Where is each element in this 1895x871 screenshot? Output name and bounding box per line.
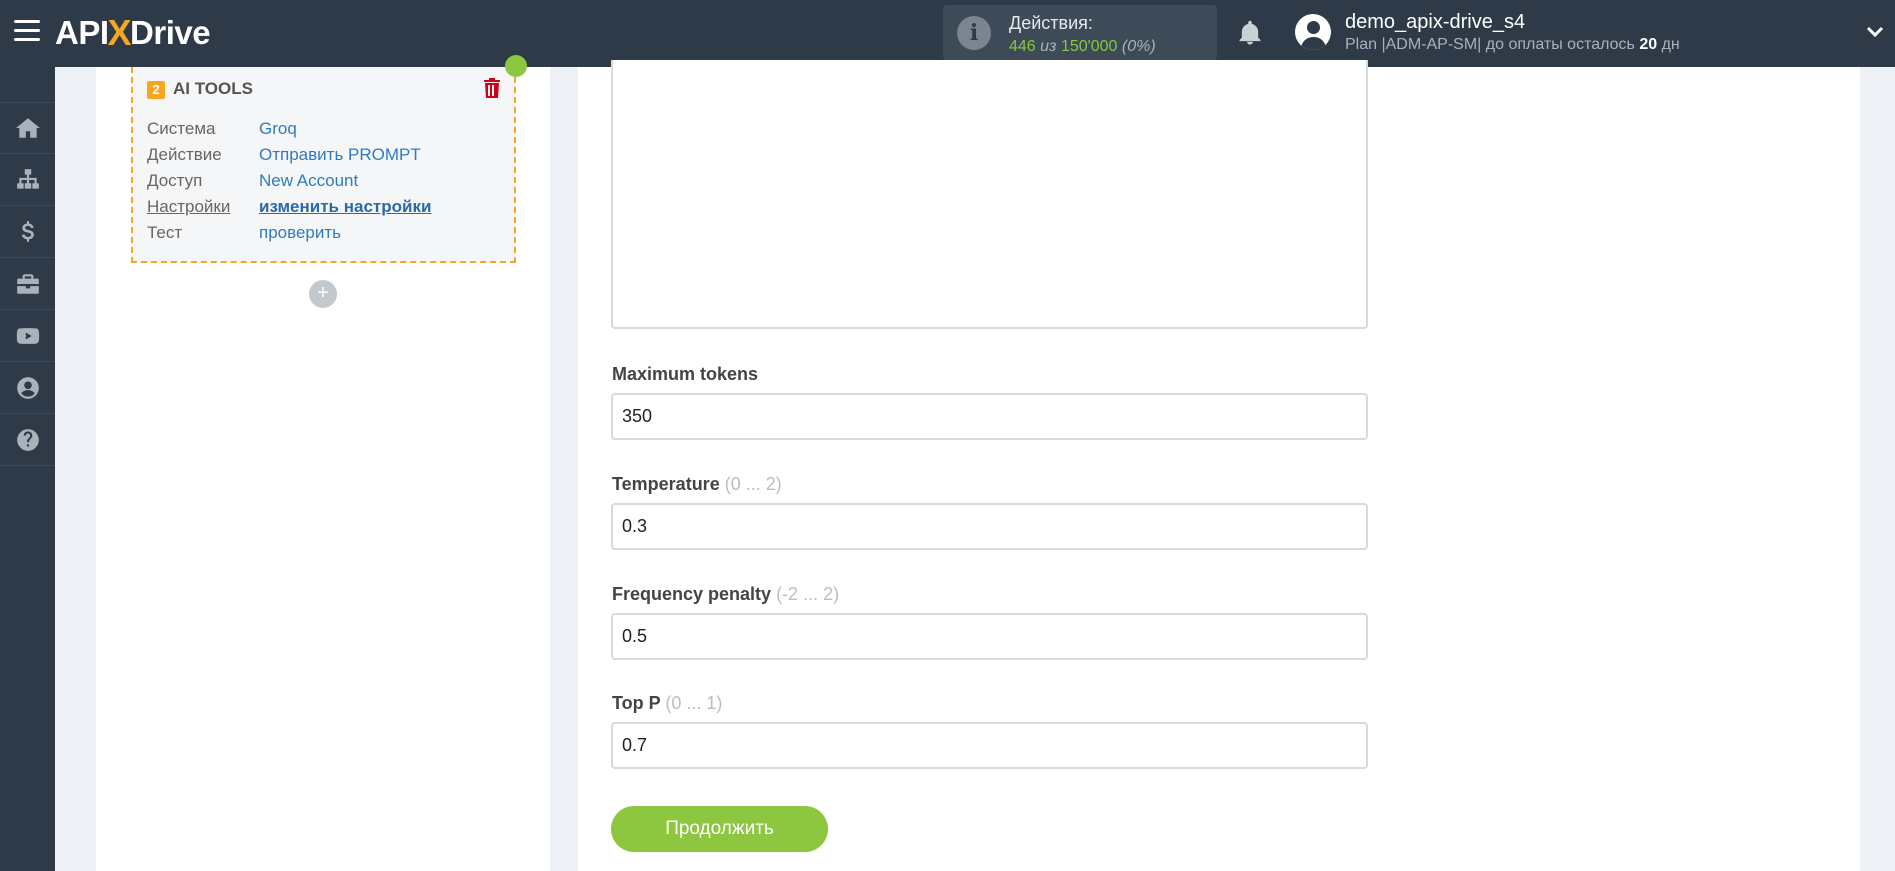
plan-days: 20 bbox=[1639, 36, 1658, 53]
status-dot bbox=[505, 55, 527, 77]
add-step-button[interactable]: + bbox=[309, 280, 337, 308]
sidebar bbox=[0, 67, 55, 871]
dollar-icon bbox=[21, 220, 34, 242]
plan-prefix: Plan |ADM-AP-SM| до оплаты осталось bbox=[1345, 36, 1635, 53]
logo-text-api: API bbox=[55, 14, 109, 51]
sidebar-item-tools[interactable] bbox=[0, 258, 55, 310]
menu-burger-icon[interactable] bbox=[14, 20, 40, 44]
range-hint: (0 ... 1) bbox=[665, 693, 723, 713]
card-title: AI TOOLS bbox=[173, 79, 253, 98]
chevron-down-icon[interactable] bbox=[1865, 22, 1885, 42]
info-icon: i bbox=[957, 16, 991, 50]
sitemap-icon bbox=[16, 168, 39, 189]
top-header: API X Drive i Действия: 446 из 150'000 (0%… bbox=[0, 0, 1895, 67]
actions-used: 446 bbox=[1009, 38, 1036, 55]
sidebar-item-profile[interactable] bbox=[0, 362, 55, 414]
label-text: Temperature bbox=[612, 474, 720, 494]
user-icon bbox=[16, 376, 39, 399]
label-text: Top P bbox=[612, 693, 661, 713]
actions-label: Действия: bbox=[1009, 13, 1093, 33]
temperature-label: Temperature (0 ... 2) bbox=[612, 474, 782, 495]
row-key: Действие bbox=[147, 145, 222, 164]
continue-button[interactable]: Продолжить bbox=[611, 806, 828, 852]
home-icon bbox=[15, 118, 40, 138]
briefcase-icon bbox=[16, 273, 39, 294]
frequency-penalty-input[interactable]: 0.5 bbox=[611, 613, 1368, 660]
card-row-system: Система Groq bbox=[147, 119, 297, 139]
card-row-access: Доступ New Account bbox=[147, 171, 358, 191]
card-row-settings: Настройки изменить настройки bbox=[147, 197, 431, 217]
trash-icon[interactable] bbox=[483, 78, 501, 98]
actions-counter[interactable]: i Действия: 446 из 150'000 (0%) bbox=[943, 5, 1217, 60]
row-key: Доступ bbox=[147, 171, 203, 190]
actions-of: из bbox=[1040, 38, 1057, 55]
prompt-textarea[interactable] bbox=[611, 60, 1368, 329]
temperature-input[interactable]: 0.3 bbox=[611, 503, 1368, 550]
sidebar-item-connections[interactable] bbox=[0, 154, 55, 206]
card-row-action: Действие Отправить PROMPT bbox=[147, 145, 421, 165]
sidebar-item-help[interactable] bbox=[0, 414, 55, 466]
actions-total: 150'000 bbox=[1060, 38, 1118, 55]
user-avatar-icon[interactable] bbox=[1295, 14, 1331, 50]
ai-tools-card: 2 AI TOOLS Система Groq Действие Отправи… bbox=[131, 55, 527, 263]
sidebar-item-home[interactable] bbox=[0, 102, 55, 154]
user-name[interactable]: demo_apix-drive_s4 bbox=[1345, 11, 1525, 34]
row-key: Тест bbox=[147, 223, 183, 242]
row-value-link[interactable]: Отправить PROMPT bbox=[259, 145, 421, 165]
test-link[interactable]: проверить bbox=[259, 223, 341, 243]
sidebar-item-video[interactable] bbox=[0, 310, 55, 362]
actions-count: 446 из 150'000 (0%) bbox=[1009, 38, 1156, 56]
max-tokens-input[interactable]: 350 bbox=[611, 393, 1368, 440]
row-key: Настройки bbox=[147, 197, 231, 216]
actions-percent: (0%) bbox=[1121, 38, 1156, 55]
range-hint: (0 ... 2) bbox=[724, 474, 782, 494]
top-p-input[interactable]: 0.7 bbox=[611, 722, 1368, 769]
row-key: Система bbox=[147, 119, 216, 138]
label-text: Frequency penalty bbox=[612, 584, 772, 604]
youtube-icon bbox=[16, 327, 39, 344]
logo-text-x: X bbox=[107, 12, 132, 53]
edit-settings-link[interactable]: изменить настройки bbox=[259, 197, 431, 217]
card-row-test: Тест проверить bbox=[147, 223, 341, 243]
step-number-badge: 2 bbox=[147, 81, 165, 99]
label-text: Maximum tokens bbox=[612, 364, 759, 384]
help-icon bbox=[16, 428, 39, 451]
sidebar-item-billing[interactable] bbox=[0, 206, 55, 258]
max-tokens-label: Maximum tokens bbox=[612, 364, 758, 385]
notification-bell-icon[interactable] bbox=[1236, 18, 1264, 48]
row-value-link[interactable]: New Account bbox=[259, 171, 358, 191]
user-plan: Plan |ADM-AP-SM| до оплаты осталось 20 д… bbox=[1345, 36, 1680, 54]
row-value-link[interactable]: Groq bbox=[259, 119, 297, 139]
plan-suffix: дн bbox=[1661, 36, 1680, 53]
range-hint: (-2 ... 2) bbox=[776, 584, 840, 604]
logo-text-drive: Drive bbox=[130, 14, 211, 51]
frequency-penalty-label: Frequency penalty (-2 ... 2) bbox=[612, 584, 839, 605]
top-p-label: Top P (0 ... 1) bbox=[612, 693, 722, 714]
apixdrive-logo[interactable]: API X Drive bbox=[55, 12, 211, 54]
